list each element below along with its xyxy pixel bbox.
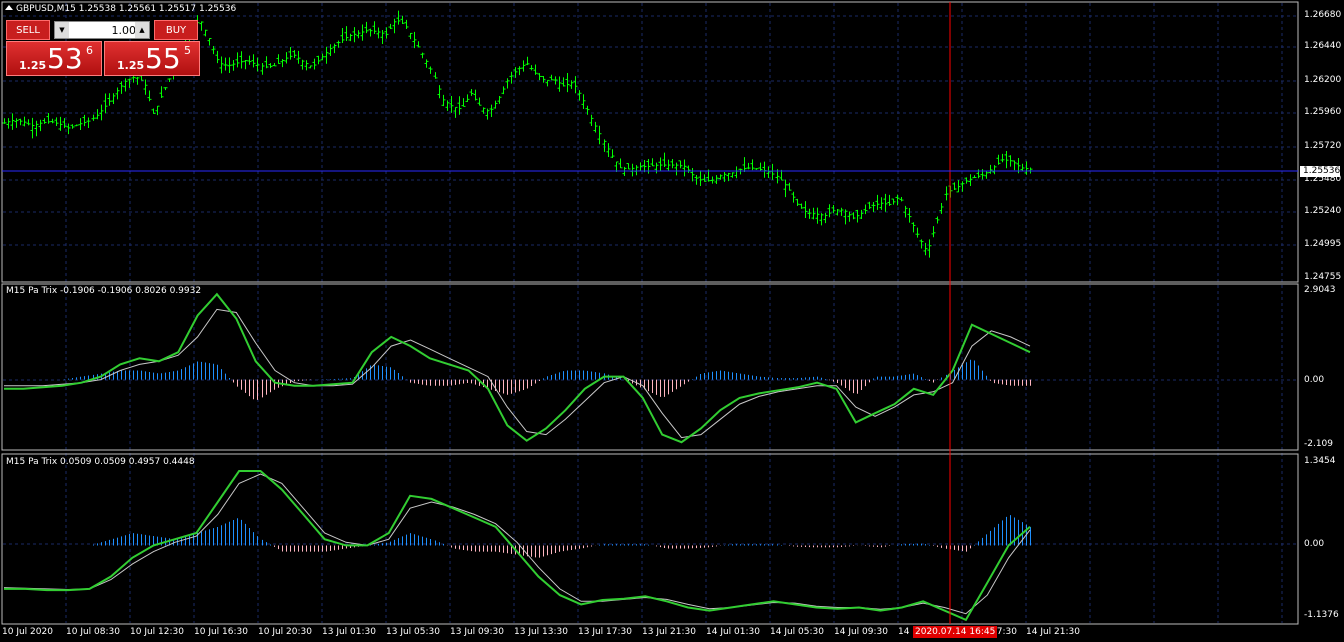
time-tick: 13 Jul 05:30: [386, 627, 440, 637]
sell-quote-point: 6: [86, 44, 93, 57]
one-click-trading-panel: SELL ▼ ▲ BUY 1.25 53 6 1.25 55 5: [6, 20, 200, 76]
price-tick: 1.24995: [1304, 239, 1342, 249]
lot-size-stepper[interactable]: ▼ ▲: [54, 21, 150, 39]
time-tick: 10 Jul 2020: [2, 627, 53, 637]
trix-line: [4, 470, 1031, 622]
time-tick: 14: [898, 627, 910, 637]
price-tick: 1.25720: [1304, 141, 1342, 151]
indicator1-label: M15 Pa Trix -0.1906 -0.1906 0.8026 0.993…: [6, 286, 202, 296]
time-tick: 10 Jul 16:30: [194, 627, 248, 637]
indicator1-tick: 0.00: [1304, 375, 1325, 385]
indicator2-tick: 0.00: [1304, 539, 1325, 549]
price-tick: 1.24755: [1304, 272, 1342, 282]
buy-quote-button[interactable]: 1.25 55 5: [104, 41, 200, 76]
indicator2-tick: 1.3454: [1304, 456, 1336, 466]
indicator1-plot: [4, 292, 1031, 444]
lot-increase-icon[interactable]: ▲: [135, 22, 149, 38]
sell-quote-pips: 53: [47, 42, 83, 75]
time-tick: 14 Jul 09:30: [834, 627, 888, 637]
buy-quote-prefix: 1.25: [117, 59, 145, 72]
price-tick: 1.26440: [1304, 41, 1342, 51]
indicator1-tick: 2.9043: [1304, 285, 1336, 295]
time-tick: 10 Jul 12:30: [130, 627, 184, 637]
price-tick: 1.26200: [1304, 75, 1342, 85]
sell-quote-prefix: 1.25: [19, 59, 47, 72]
indicator1-tick: -2.109: [1304, 439, 1334, 449]
chart-pane: [1, 283, 1299, 451]
chart-pane: [1, 453, 1299, 625]
time-tick: 10 Jul 08:30: [66, 627, 120, 637]
buy-quote-pips: 55: [145, 42, 181, 75]
time-tick: 14 Jul 21:30: [1026, 627, 1080, 637]
sell-button[interactable]: SELL: [6, 20, 50, 40]
time-tick: 14 Jul 05:30: [770, 627, 824, 637]
time-tick: 13 Jul 01:30: [322, 627, 376, 637]
price-tick: 1.26680: [1304, 10, 1342, 20]
time-tick: 13 Jul 17:30: [578, 627, 632, 637]
time-tick: 13 Jul 09:30: [450, 627, 504, 637]
sell-quote-button[interactable]: 1.25 53 6: [6, 41, 102, 76]
time-tick: 13 Jul 13:30: [514, 627, 568, 637]
lot-decrease-icon[interactable]: ▼: [55, 22, 69, 38]
time-tick: 13 Jul 21:30: [642, 627, 696, 637]
price-tick: 1.25240: [1304, 206, 1342, 216]
buy-quote-point: 5: [184, 44, 191, 57]
symbol-header: GBPUSD,M15 1.25538 1.25561 1.25517 1.255…: [16, 4, 237, 14]
price-tick: 1.25960: [1304, 107, 1342, 117]
indicator2-tick: -1.1376: [1304, 610, 1339, 620]
crosshair-time-label: 2020.07.14 16:45: [913, 626, 998, 638]
price-chart[interactable]: [0, 0, 1344, 642]
time-tick: 10 Jul 20:30: [258, 627, 312, 637]
header-collapse-icon[interactable]: [5, 5, 13, 10]
indicator2-plot: [3, 470, 1031, 622]
buy-button[interactable]: BUY: [154, 20, 198, 40]
current-price-label: 1.25536: [1300, 166, 1340, 177]
lot-size-input[interactable]: [70, 22, 138, 38]
time-tick: 14 Jul 01:30: [706, 627, 760, 637]
indicator2-label: M15 Pa Trix 0.0509 0.0509 0.4957 0.4448: [6, 457, 195, 467]
